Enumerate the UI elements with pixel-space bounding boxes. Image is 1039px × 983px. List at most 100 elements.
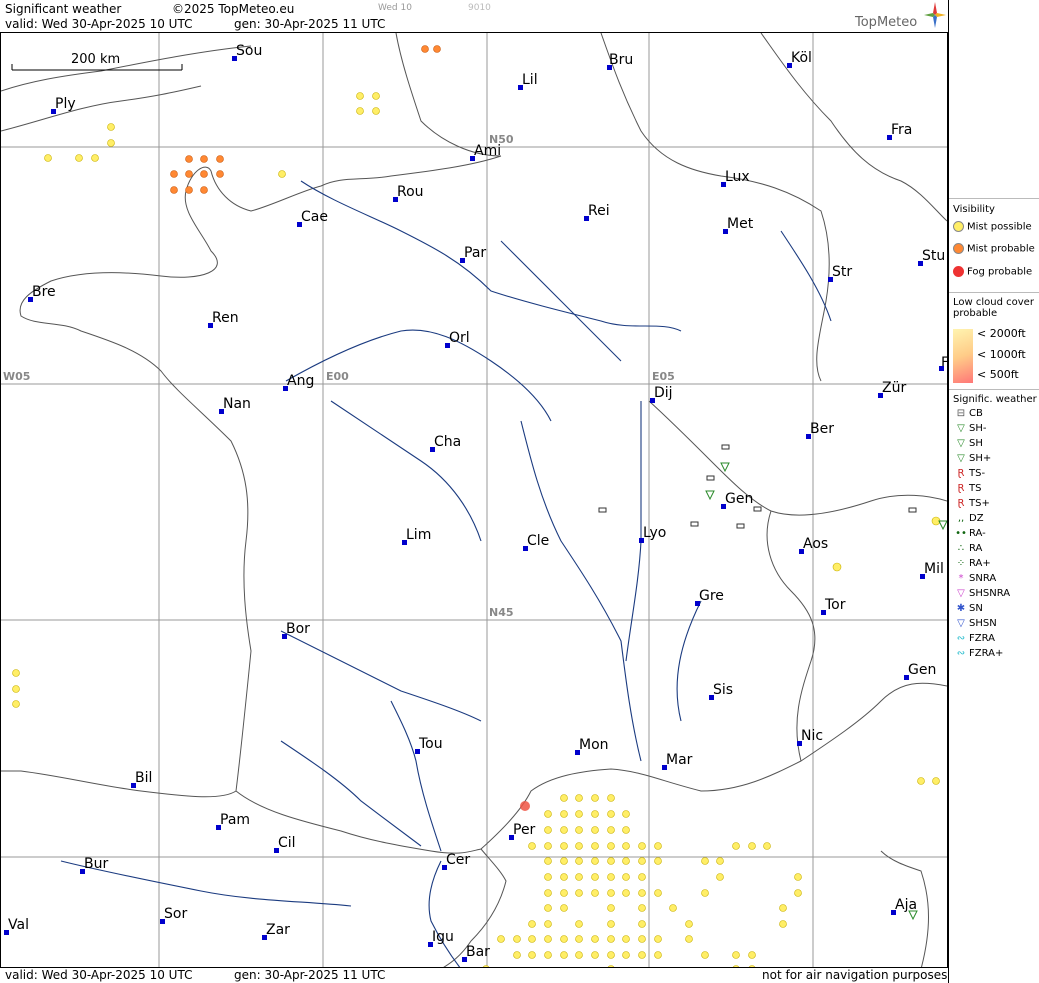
legend-ra: ∴ RA: [953, 543, 983, 554]
shower-light-icon: ▽: [957, 423, 965, 434]
legend-cloud-2000: < 2000ft: [977, 327, 1026, 340]
city-label: Bor: [282, 622, 310, 639]
shower-heavy-icon: ▽: [957, 453, 965, 464]
chart-code: 9010: [468, 3, 491, 13]
gen-time: gen: 30-Apr-2025 11 UTC: [234, 17, 386, 31]
legend-panel: Visibility Mist possible Mist probable F…: [948, 0, 1039, 983]
city-label: Rei: [584, 204, 610, 221]
visibility-markers: [12, 45, 941, 967]
legend-mist-possible: Mist possible: [953, 221, 1032, 233]
city-label: Lux: [721, 170, 750, 187]
city-label: Rou: [393, 185, 424, 202]
footer-bar: valid: Wed 30-Apr-2025 10 UTC gen: 30-Ap…: [0, 968, 948, 983]
legend-sn: ✱ SN: [953, 603, 983, 614]
legend-snra: * SNRA: [953, 573, 997, 584]
city-label: Mar: [662, 753, 692, 770]
legend-sh-minus: ▽ SH-: [953, 423, 986, 434]
city-label: Zar: [262, 923, 290, 940]
legend-cloud-500: < 500ft: [977, 368, 1019, 381]
city-label: Gen: [721, 492, 753, 509]
legend-weather: Signific. weather ⊟ CB ▽ SH- ▽ SH ▽ SH+ Ɽ TS-…: [949, 389, 1039, 659]
legend-shsn: ▽ SHSN: [953, 618, 997, 629]
city-label: Sis: [709, 683, 733, 700]
graticule: [1, 33, 947, 967]
city-label: Ber: [806, 422, 834, 439]
legend-ts: Ɽ TS: [953, 483, 982, 494]
city-label: Bru: [607, 52, 634, 70]
brand-logo[interactable]: TopMeteo: [855, 15, 917, 30]
weather-map[interactable]: N50 W05 E00 E05 N45 200 km Sou Bru Köl L…: [0, 32, 948, 968]
city-label: Aos: [799, 537, 828, 554]
legend-cb: ⊟ CB: [953, 408, 983, 419]
freezing-rain-heavy-icon: ∾: [956, 648, 966, 659]
city-label: Sou: [232, 44, 262, 61]
rain-heavy-icon: ⁘: [956, 558, 966, 569]
legend-sh-plus: ▽ SH+: [953, 453, 991, 464]
city-label: Mon: [575, 738, 609, 755]
city-label: Köl: [787, 51, 812, 68]
compass-icon: [924, 2, 946, 31]
legend-weather-title: Signific. weather: [953, 394, 1037, 405]
map-geography: [1, 33, 947, 967]
city-label: Mil: [920, 562, 944, 579]
city-label: Ren: [208, 311, 239, 328]
city-label: Pam: [216, 813, 250, 830]
snow-rain-icon: *: [958, 573, 964, 584]
city-label: Bar: [462, 945, 490, 962]
legend-dz: ,, DZ: [953, 513, 984, 524]
legend-fzra-plus: ∾ FZRA+: [953, 648, 1004, 659]
city-label: Lil: [518, 73, 538, 90]
city-label: Orl: [445, 331, 470, 348]
city-label: Tou: [415, 737, 443, 754]
legend-low-cloud: Low cloud cover probable < 2000ft < 1000…: [949, 292, 1039, 383]
legend-ts-plus: Ɽ TS+: [953, 498, 990, 509]
cb-icon: ⊟: [956, 408, 966, 419]
city-label: Bur: [80, 857, 108, 874]
legend-mist-probable: Mist probable: [953, 243, 1035, 255]
shower-icon: ▽: [957, 438, 965, 449]
legend-cloud-1000: < 1000ft: [977, 348, 1026, 361]
mist-probable-icon: [953, 243, 964, 254]
fog-probable-icon: [953, 266, 964, 277]
legend-visibility-title: Visibility: [953, 204, 995, 215]
city-label: Bre: [28, 285, 56, 302]
chart-title: Significant weather: [5, 2, 122, 16]
weather-symbols: [598, 444, 947, 921]
city-label: Sor: [160, 907, 187, 924]
thunderstorm-icon: Ɽ: [957, 483, 965, 494]
snow-icon: ✱: [956, 603, 966, 614]
city-label: Zür: [878, 381, 906, 398]
legend-visibility: Visibility Mist possible Mist probable F…: [949, 198, 1039, 278]
city-label: Fra: [887, 123, 912, 140]
city-label: Aja: [891, 898, 917, 915]
snow-shower-icon: ▽: [957, 618, 965, 629]
city-label: Cil: [274, 836, 296, 853]
city-label: Nic: [797, 729, 823, 746]
city-label: Par: [460, 246, 486, 263]
legend-sh: ▽ SH: [953, 438, 983, 449]
city-label: Cae: [297, 210, 328, 227]
city-label: Gre: [695, 589, 724, 606]
copyright: ©2025 TopMeteo.eu: [172, 2, 295, 16]
grid-label-e05: E05: [652, 370, 675, 383]
legend-fog-probable: Fog probable: [953, 266, 1032, 278]
city-label: Nan: [219, 397, 251, 414]
drizzle-icon: ,,: [957, 513, 965, 524]
city-label: Tor: [821, 598, 846, 615]
rivers: [60, 180, 832, 967]
city-label: Ang: [283, 374, 314, 391]
city-label: F: [939, 356, 947, 371]
scale-label: 200 km: [71, 52, 121, 67]
valid-time: valid: Wed 30-Apr-2025 10 UTC: [5, 17, 193, 31]
city-label: Cha: [430, 435, 461, 452]
time-tab[interactable]: Wed 10: [378, 3, 412, 13]
city-label: Lim: [402, 528, 431, 545]
rain-light-icon: ••: [955, 528, 967, 539]
legend-shsnra: ▽ SHSNRA: [953, 588, 1010, 599]
footer-gen-time: gen: 30-Apr-2025 11 UTC: [234, 968, 386, 982]
thunderstorm-light-icon: Ɽ: [957, 468, 965, 479]
city-label: Stu: [918, 249, 945, 266]
legend-ts-minus: Ɽ TS-: [953, 468, 986, 479]
thunderstorm-heavy-icon: Ɽ: [957, 498, 965, 509]
city-label: Igu: [428, 930, 454, 947]
